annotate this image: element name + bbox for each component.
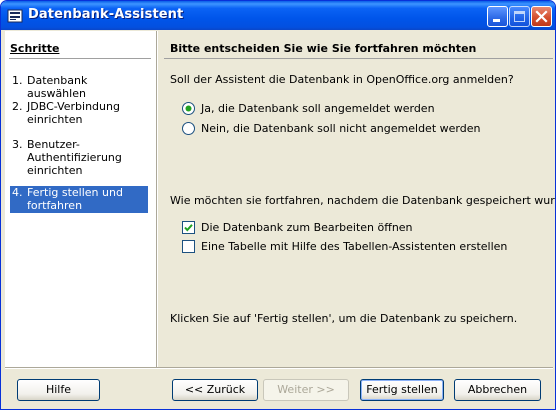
- maximize-icon: [514, 11, 525, 22]
- button-bar-separator: [5, 367, 553, 369]
- step-number: 4.: [12, 186, 23, 199]
- wizard-window: Datenbank-Assistent Schritte 1. Datenban…: [0, 0, 556, 410]
- step-item-3[interactable]: 3. Benutzer-Authentifizierung einrichten: [10, 138, 148, 178]
- create-table-label: Eine Tabelle mit Hilfe des Tabellen-Assi…: [201, 240, 508, 253]
- minimize-icon: [493, 19, 500, 22]
- next-button[interactable]: Weiter >>: [263, 379, 349, 401]
- steps-divider: [9, 58, 151, 59]
- minimize-button[interactable]: [487, 6, 508, 27]
- step-label: Datenbank auswählen: [27, 74, 88, 100]
- register-question: Soll der Assistent die Datenbank in Open…: [170, 73, 514, 86]
- panel-separator: [156, 31, 158, 367]
- open-for-edit-label: Die Datenbank zum Bearbeiten öffnen: [201, 221, 413, 234]
- close-icon: [535, 10, 548, 23]
- step-label: Benutzer-Authentifizierung einrichten: [27, 138, 122, 177]
- help-button[interactable]: Hilfe: [17, 379, 100, 401]
- page-title: Bitte entscheiden Sie wie Sie fortfahren…: [170, 42, 477, 55]
- app-icon: [7, 9, 23, 23]
- cancel-button[interactable]: Abbrechen: [454, 379, 541, 401]
- finish-hint: Klicken Sie auf 'Fertig stellen', um die…: [170, 312, 518, 325]
- steps-heading: Schritte: [10, 42, 60, 55]
- step-item-1[interactable]: 1. Datenbank auswählen: [10, 74, 148, 100]
- step-number: 1.: [12, 74, 23, 87]
- step-number: 3.: [12, 138, 23, 151]
- register-yes-label: Ja, die Datenbank soll angemeldet werden: [201, 102, 435, 115]
- steps-panel: Schritte 1. Datenbank auswählen 2. JDBC-…: [5, 31, 156, 367]
- content-panel: Bitte entscheiden Sie wie Sie fortfahren…: [160, 31, 556, 367]
- radio-unselected-icon: [182, 122, 195, 135]
- step-item-4[interactable]: 4. Fertig stellen und fortfahren: [10, 186, 148, 213]
- close-button[interactable]: [531, 6, 552, 27]
- checkbox-checked-icon: [182, 221, 195, 234]
- maximize-button[interactable]: [509, 6, 530, 27]
- radio-selected-icon: [182, 102, 195, 115]
- title-bar[interactable]: Datenbank-Assistent: [1, 1, 555, 30]
- step-label: JDBC-Verbindung einrichten: [27, 100, 120, 126]
- title-divider: [164, 58, 553, 59]
- window-title: Datenbank-Assistent: [28, 7, 184, 22]
- step-item-2[interactable]: 2. JDBC-Verbindung einrichten: [10, 100, 148, 127]
- back-button[interactable]: << Zurück: [172, 379, 258, 401]
- step-label: Fertig stellen und fortfahren: [27, 186, 123, 212]
- continue-question: Wie möchten sie fortfahren, nachdem die …: [170, 194, 556, 207]
- step-number: 2.: [12, 100, 23, 113]
- finish-button[interactable]: Fertig stellen: [360, 379, 444, 401]
- checkbox-unchecked-icon: [182, 240, 195, 253]
- register-no-label: Nein, die Datenbank soll nicht angemelde…: [201, 122, 481, 135]
